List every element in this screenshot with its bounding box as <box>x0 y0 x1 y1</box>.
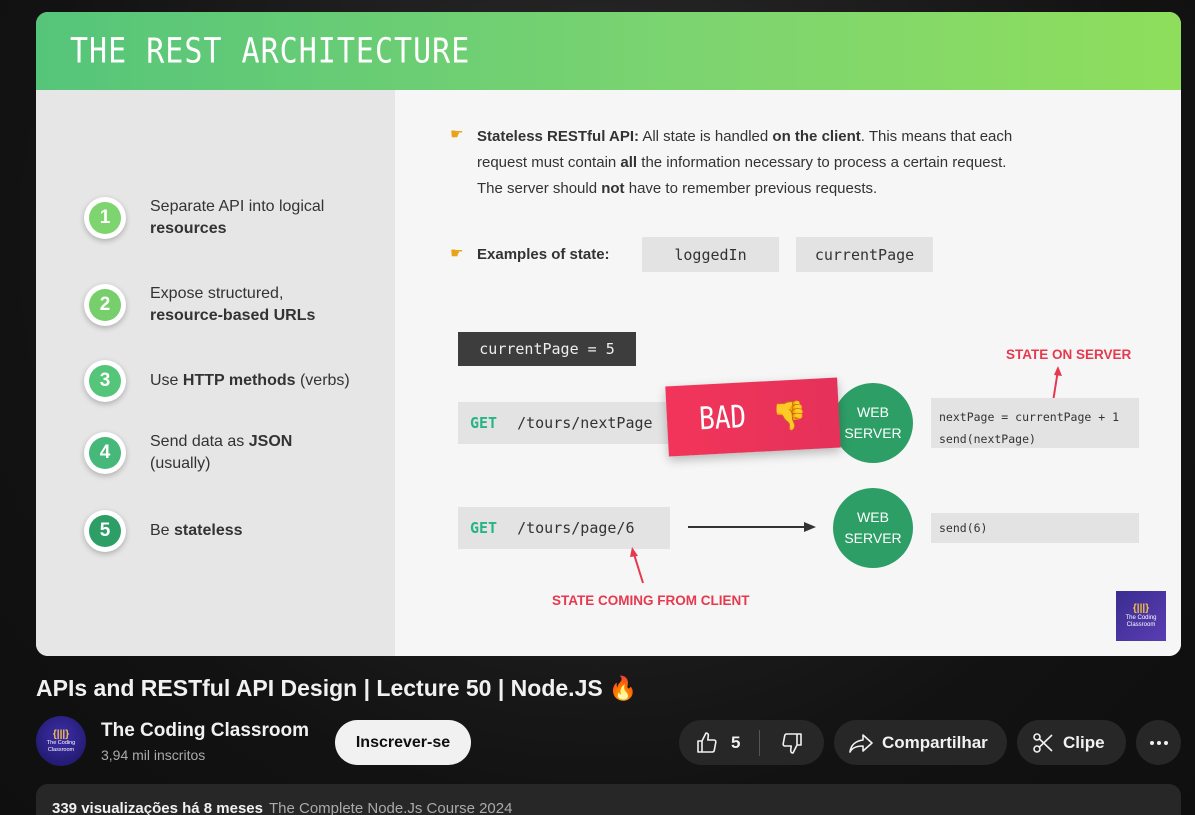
request-arrow <box>688 522 816 532</box>
subscribe-button[interactable]: Inscrever-se <box>335 720 471 765</box>
subscriber-count: 3,94 mil inscritos <box>101 747 206 763</box>
share-icon <box>849 733 873 753</box>
example-state-box: loggedIn <box>642 237 779 272</box>
thumbs-down-icon: 👎 <box>771 398 808 432</box>
server-code-box: send(6) <box>931 513 1139 543</box>
state-from-client-label: STATE COMING FROM CLIENT <box>552 593 750 608</box>
playlist-link[interactable]: The Complete Node.Js Course 2024 <box>269 800 512 815</box>
clip-button[interactable]: Clipe <box>1017 720 1126 765</box>
slide-point-1: 1 Separate API into logical resources <box>84 196 324 240</box>
bad-stamp: BAD 👎 <box>665 377 841 457</box>
point-number-badge: 3 <box>84 360 126 402</box>
point-number-badge: 2 <box>84 284 126 326</box>
example-state-box: currentPage <box>796 237 933 272</box>
red-arrow-up <box>630 547 644 584</box>
state-on-server-label: STATE ON SERVER <box>1006 347 1132 362</box>
channel-name[interactable]: The Coding Classroom <box>101 720 309 742</box>
view-count-date: 339 visualizações há 8 meses <box>52 800 263 815</box>
more-dots-icon <box>1149 740 1168 745</box>
slide-header: THE REST ARCHITECTURE <box>36 12 1181 90</box>
pointing-hand-icon: ☛ <box>450 245 464 262</box>
slide-point-3: 3 Use HTTP methods (verbs) <box>84 360 350 402</box>
point-text: Expose structured, resource-based URLs <box>150 285 316 324</box>
channel-watermark: {|||} The Coding Classroom <box>1116 591 1166 641</box>
like-button[interactable]: 5 <box>679 720 759 765</box>
description-box[interactable]: 339 visualizações há 8 meses The Complete… <box>36 784 1181 815</box>
slide-point-5: 5 Be stateless <box>84 510 243 552</box>
like-count: 5 <box>731 732 741 752</box>
point-number-badge: 5 <box>84 510 126 552</box>
examples-label: Examples of state: <box>477 246 610 263</box>
point-text: Use HTTP methods (verbs) <box>150 372 350 389</box>
current-page-box: currentPage = 5 <box>458 332 636 366</box>
request-page-6: GET/tours/page/6 <box>458 507 670 549</box>
point-text: Send data as JSON (usually) <box>150 433 293 472</box>
stateless-description: Stateless RESTful API: All state is hand… <box>477 128 1013 197</box>
point-text: Be stateless <box>150 522 243 539</box>
server-code-box: nextPage = currentPage + 1 send(nextPage… <box>931 398 1139 448</box>
web-server-circle: WEB SERVER <box>833 488 913 568</box>
slide-point-2: 2 Expose structured, resource-based URLs <box>84 283 315 327</box>
thumbs-down-icon <box>782 732 802 754</box>
scissors-icon <box>1033 732 1053 753</box>
slide-left-panel: 1 Separate API into logical resources 2 … <box>36 90 395 656</box>
point-number-badge: 4 <box>84 432 126 474</box>
video-title: APIs and RESTful API Design | Lecture 50… <box>36 675 638 701</box>
slide-point-4: 4 Send data as JSON (usually) <box>84 431 292 475</box>
video-player[interactable]: THE REST ARCHITECTURE 1 Separate API int… <box>36 12 1181 656</box>
thumbs-up-icon <box>697 731 717 753</box>
slide-title: THE REST ARCHITECTURE <box>70 31 471 72</box>
point-number-badge: 1 <box>84 197 126 239</box>
share-button[interactable]: Compartilhar <box>834 720 1007 765</box>
more-actions-button[interactable] <box>1136 720 1181 765</box>
web-server-circle: WEB SERVER <box>833 383 913 463</box>
like-dislike-group: 5 <box>679 720 824 765</box>
channel-avatar[interactable]: {|||} The Coding Classroom <box>36 716 86 766</box>
fire-emoji: 🔥 <box>608 675 638 701</box>
brackets-icon: {|||} <box>52 729 70 740</box>
pointing-hand-icon: ☛ <box>450 126 464 143</box>
brackets-icon: {|||} <box>1132 603 1150 614</box>
point-text: Separate API into logical resources <box>150 198 325 237</box>
dislike-button[interactable] <box>760 720 824 765</box>
request-next-page: GET/tours/nextPage <box>458 402 668 444</box>
